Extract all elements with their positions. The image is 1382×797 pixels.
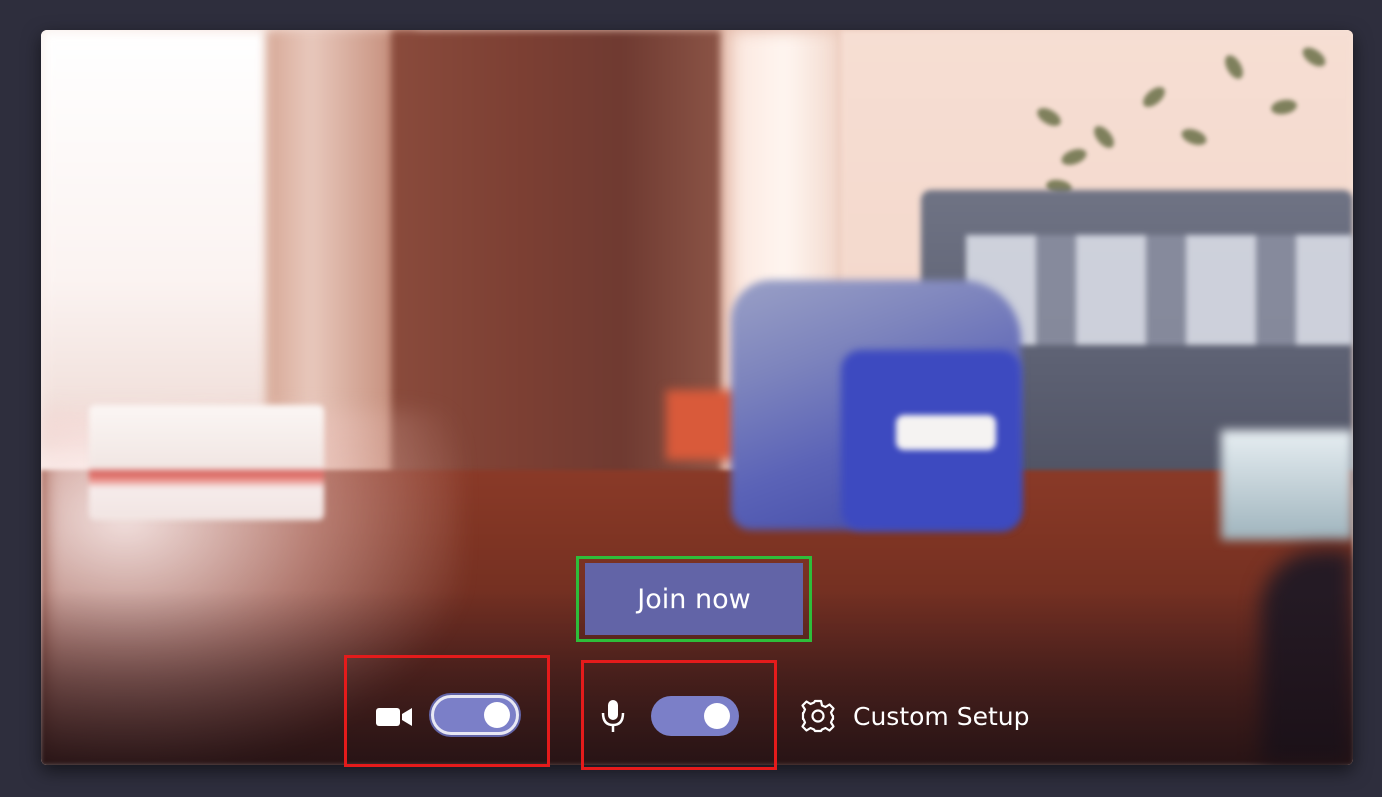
microphone-toggle-knob	[704, 703, 730, 729]
camera-toggle[interactable]	[431, 695, 519, 735]
webcam-scene	[41, 30, 1353, 765]
microphone-icon	[600, 699, 626, 733]
microphone-toggle[interactable]	[651, 696, 739, 736]
gear-icon[interactable]	[801, 699, 835, 733]
custom-setup-link[interactable]: Custom Setup	[853, 702, 1030, 731]
join-now-button[interactable]: Join now	[585, 563, 803, 635]
camera-preview	[41, 30, 1353, 765]
meeting-prejoin-window: Join now Custom Setup	[0, 0, 1382, 797]
video-camera-icon	[376, 706, 414, 728]
camera-toggle-knob	[484, 702, 510, 728]
